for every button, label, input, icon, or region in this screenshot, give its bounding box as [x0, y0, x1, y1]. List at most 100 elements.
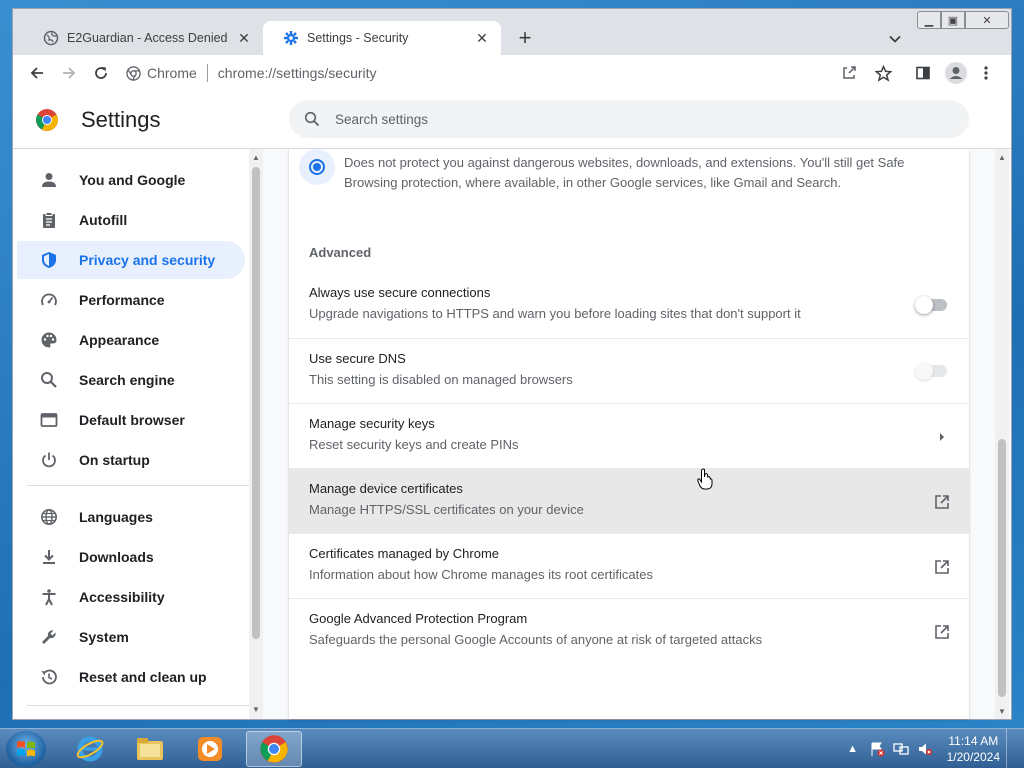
manage-security-keys-row[interactable]: Manage security keys Reset security keys… [289, 403, 969, 468]
tab-settings-security[interactable]: Settings - Security ✕ [263, 21, 501, 55]
tab-title: E2Guardian - Access Denied [67, 31, 228, 45]
scroll-down-arrow-icon[interactable]: ▼ [997, 707, 1007, 716]
omnibox-divider [206, 64, 208, 82]
row-label: Manage device certificates [309, 481, 463, 496]
action-center-flag-icon[interactable] [869, 741, 885, 757]
use-secure-dns-row[interactable]: Use secure DNS This setting is disabled … [289, 338, 969, 403]
advanced-protection-program-row[interactable]: Google Advanced Protection Program Safeg… [289, 598, 969, 663]
sidebar-item-search-engine[interactable]: Search engine [17, 361, 245, 399]
history-icon [39, 667, 59, 687]
address-bar[interactable]: Chrome chrome://settings/security [125, 58, 889, 88]
row-label: Always use secure connections [309, 285, 491, 300]
row-label: Certificates managed by Chrome [309, 546, 500, 561]
sidebar-item-on-startup[interactable]: On startup [17, 441, 245, 479]
start-button[interactable] [6, 731, 46, 767]
minimize-button[interactable]: ▁ [917, 11, 941, 29]
scroll-up-arrow-icon[interactable]: ▲ [251, 153, 261, 163]
sidebar-item-label: System [79, 629, 129, 645]
no-protection-option[interactable]: Does not protect you against dangerous w… [289, 149, 969, 205]
window-close-button[interactable]: ✕ [965, 11, 1009, 29]
certificates-managed-by-chrome-row[interactable]: Certificates managed by Chrome Informati… [289, 533, 969, 598]
show-desktop-button[interactable] [1006, 729, 1018, 768]
scroll-up-arrow-icon[interactable]: ▲ [997, 153, 1007, 162]
sidebar-item-you-and-google[interactable]: You and Google [17, 161, 245, 199]
clock-date: 1/20/2024 [946, 750, 1000, 764]
sidebar-item-performance[interactable]: Performance [17, 281, 245, 319]
share-icon[interactable] [841, 58, 857, 88]
person-icon [39, 170, 59, 190]
sidebar-item-appearance[interactable]: Appearance [17, 321, 245, 359]
sidebar-item-label: You and Google [79, 172, 186, 188]
settings-page: Settings Search settings You and Google … [13, 91, 1011, 719]
sidebar-item-label: Autofill [79, 212, 128, 228]
chevron-right-icon[interactable] [931, 426, 953, 448]
back-icon[interactable] [23, 59, 51, 87]
chrome-icon [125, 65, 141, 81]
forward-icon[interactable] [55, 59, 83, 87]
sidebar-item-reset-and-clean-up[interactable]: Reset and clean up [17, 658, 245, 696]
new-tab-icon[interactable]: + [513, 25, 537, 50]
sidebar-item-downloads[interactable]: Downloads [17, 538, 245, 576]
sidebar-item-accessibility[interactable]: Accessibility [17, 578, 245, 616]
external-link-icon[interactable] [931, 556, 953, 578]
maximize-button[interactable]: ▣ [941, 11, 965, 29]
row-label: Google Advanced Protection Program [309, 611, 528, 626]
sidebar-item-autofill[interactable]: Autofill [17, 201, 245, 239]
side-panel-icon[interactable] [915, 58, 931, 88]
row-sublabel: Manage HTTPS/SSL certificates on your de… [309, 502, 584, 517]
main-scrollbar[interactable]: ▲ ▼ [995, 149, 1009, 719]
menu-kebab-icon[interactable] [983, 58, 989, 88]
power-icon [39, 450, 59, 470]
show-hidden-icons-icon[interactable]: ▲ [845, 741, 861, 757]
system-tray: ▲ 11:14 AM 1/20/2024 [837, 729, 1018, 768]
download-icon [39, 547, 59, 567]
search-settings-input[interactable]: Search settings [289, 100, 969, 138]
chevron-down-icon[interactable] [883, 27, 907, 51]
sidebar-item-default-browser[interactable]: Default browser [17, 401, 245, 439]
sidebar-item-privacy-and-security[interactable]: Privacy and security [17, 241, 245, 279]
file-explorer-icon[interactable] [122, 731, 178, 767]
sidebar-item-label: Downloads [79, 549, 154, 565]
close-icon[interactable]: ✕ [473, 29, 491, 47]
sidebar-item-label: Search engine [79, 372, 175, 388]
sidebar-scrollbar[interactable]: ▲ ▼ [249, 149, 263, 719]
internet-explorer-icon[interactable] [62, 731, 118, 767]
search-icon [303, 110, 321, 128]
reload-icon[interactable] [87, 59, 115, 87]
search-placeholder: Search settings [335, 111, 429, 127]
globe-icon [43, 30, 59, 46]
row-label: Use secure DNS [309, 351, 406, 366]
taskbar-clock[interactable]: 11:14 AM 1/20/2024 [947, 733, 1000, 765]
sidebar-item-label: Appearance [79, 332, 160, 348]
radio-button-selected[interactable] [299, 149, 335, 185]
sidebar-item-system[interactable]: System [17, 618, 245, 656]
tab-strip: E2Guardian - Access Denied ✕ Settings - … [13, 9, 1011, 55]
sidebar-divider [27, 485, 249, 486]
sidebar-item-languages[interactable]: Languages [17, 498, 245, 536]
chrome-taskbar-icon[interactable] [246, 731, 302, 767]
scroll-down-arrow-icon[interactable]: ▼ [251, 705, 261, 715]
sidebar-item-label: Accessibility [79, 589, 165, 605]
always-use-secure-connections-row[interactable]: Always use secure connections Upgrade na… [289, 273, 969, 338]
bookmark-star-icon[interactable] [875, 58, 892, 88]
secure-connections-toggle[interactable] [915, 296, 947, 314]
media-player-icon[interactable] [182, 731, 238, 767]
close-icon[interactable]: ✕ [235, 29, 253, 47]
sidebar-item-label: Privacy and security [79, 252, 216, 268]
manage-device-certificates-row[interactable]: Manage device certificates Manage HTTPS/… [289, 468, 969, 533]
volume-muted-icon[interactable] [917, 741, 933, 757]
row-label: Manage security keys [309, 416, 435, 431]
scrollbar-thumb[interactable] [998, 439, 1006, 697]
scrollbar-thumb[interactable] [252, 167, 260, 639]
accessibility-icon [39, 587, 59, 607]
tab-e2guardian[interactable]: E2Guardian - Access Denied ✕ [23, 21, 263, 55]
chrome-window: E2Guardian - Access Denied ✕ Settings - … [12, 8, 1012, 720]
sidebar-divider [27, 705, 249, 706]
no-protection-description: Does not protect you against dangerous w… [344, 155, 905, 190]
settings-sidebar: You and Google Autofill Privacy and secu… [13, 149, 263, 719]
external-link-icon[interactable] [931, 491, 953, 513]
profile-avatar-icon[interactable] [945, 58, 967, 88]
external-link-icon[interactable] [931, 621, 953, 643]
network-icon[interactable] [892, 741, 909, 757]
sidebar-item-label: On startup [79, 452, 150, 468]
